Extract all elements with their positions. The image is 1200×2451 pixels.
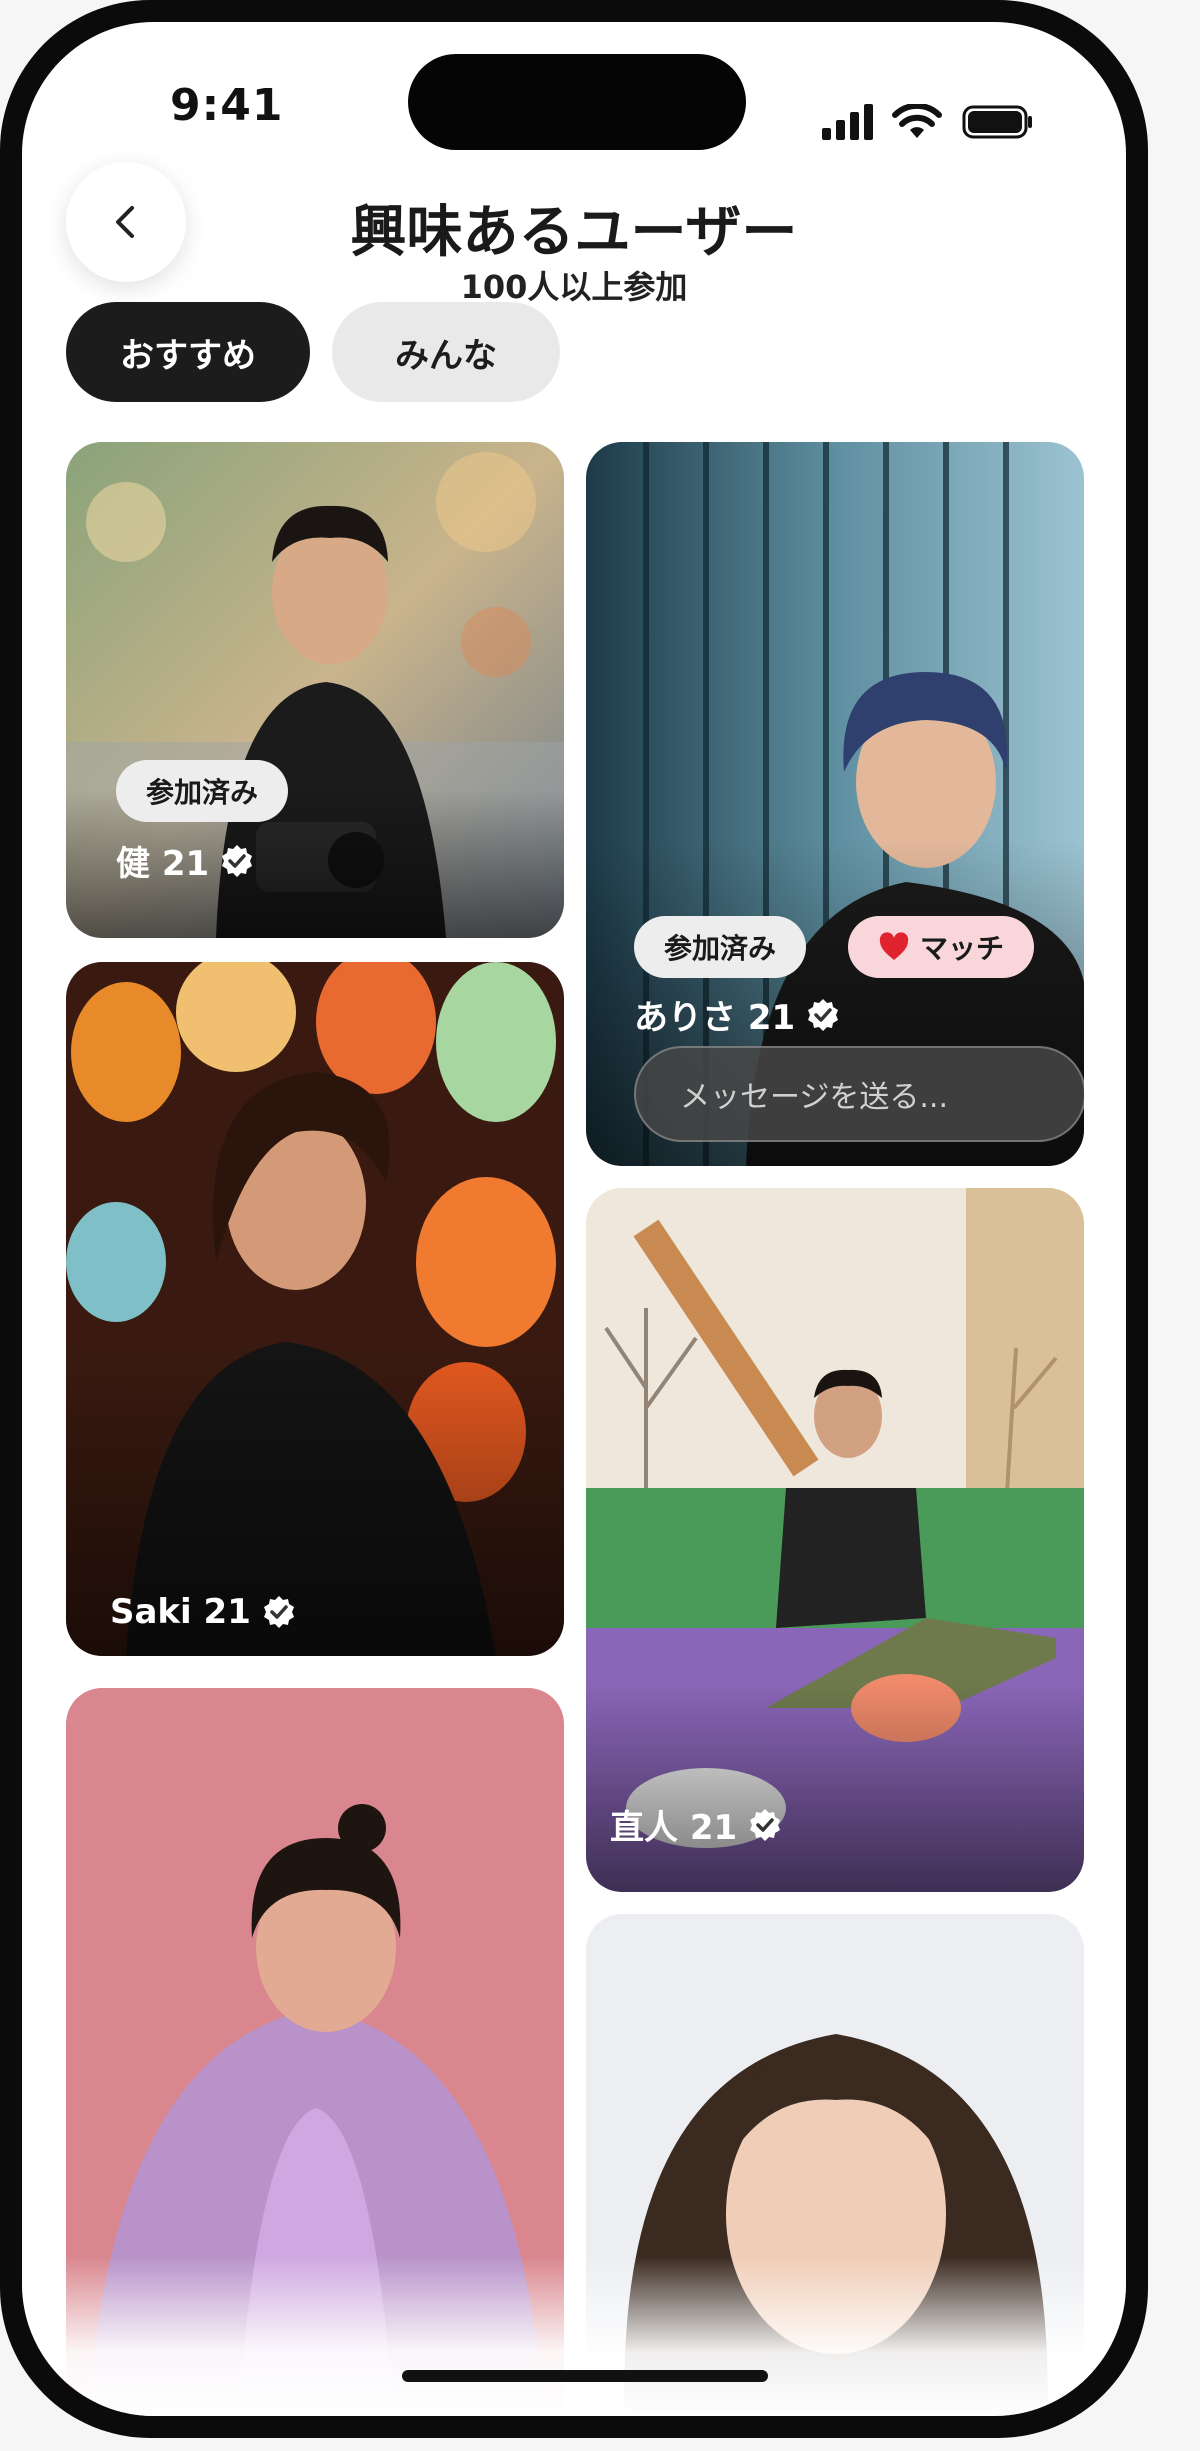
user-card-ken[interactable]: 参加済み 健 21 xyxy=(66,442,564,938)
app-screen: 9:41 興味あるユーザー 100人以上参加 おすすめ みんな 参加済み 健 2… xyxy=(22,22,1126,2416)
user-name-line: ありさ 21 xyxy=(634,990,841,1039)
user-name: 健 21 xyxy=(116,844,210,884)
battery-icon xyxy=(962,105,1032,139)
status-time: 9:41 xyxy=(170,80,284,131)
user-name: ありさ 21 xyxy=(634,998,796,1038)
user-card-saki[interactable]: Saki 21 xyxy=(66,962,564,1656)
signal-icon xyxy=(822,104,873,140)
phone-frame: 9:41 興味あるユーザー 100人以上参加 おすすめ みんな 参加済み 健 2… xyxy=(0,0,1148,2438)
dynamic-island xyxy=(408,54,746,150)
user-name: Saki 21 xyxy=(110,1592,251,1632)
user-card-naoto[interactable]: 直人 21 xyxy=(586,1188,1084,1892)
match-label: マッチ xyxy=(920,932,1005,965)
user-name-line: 健 21 xyxy=(116,836,255,885)
status-icons xyxy=(822,104,1062,144)
tab-recommended[interactable]: おすすめ xyxy=(66,302,310,402)
photo-shade xyxy=(586,1680,1084,1892)
verified-badge-icon xyxy=(750,1808,781,1841)
user-card-arisa[interactable]: 参加済み マッチ ありさ 21 メッセージを送る... xyxy=(586,442,1084,1166)
message-input[interactable]: メッセージを送る... xyxy=(634,1046,1084,1142)
home-indicator[interactable] xyxy=(402,2370,768,2382)
verified-badge-icon xyxy=(808,998,839,1031)
verified-badge-icon xyxy=(222,844,253,877)
heart-icon xyxy=(879,932,909,960)
joined-chip: 参加済み xyxy=(634,916,807,978)
wifi-icon xyxy=(892,104,942,138)
tab-everyone[interactable]: みんな xyxy=(332,302,560,402)
user-name-line: 直人 21 xyxy=(610,1800,783,1849)
user-name: 直人 21 xyxy=(610,1808,738,1848)
user-name-line: Saki 21 xyxy=(110,1592,297,1632)
match-chip: マッチ xyxy=(848,916,1035,978)
verified-badge-icon xyxy=(263,1596,294,1628)
page-title: 興味あるユーザー xyxy=(350,200,798,265)
bottom-fade xyxy=(22,2256,1126,2416)
joined-chip: 参加済み xyxy=(116,760,289,822)
